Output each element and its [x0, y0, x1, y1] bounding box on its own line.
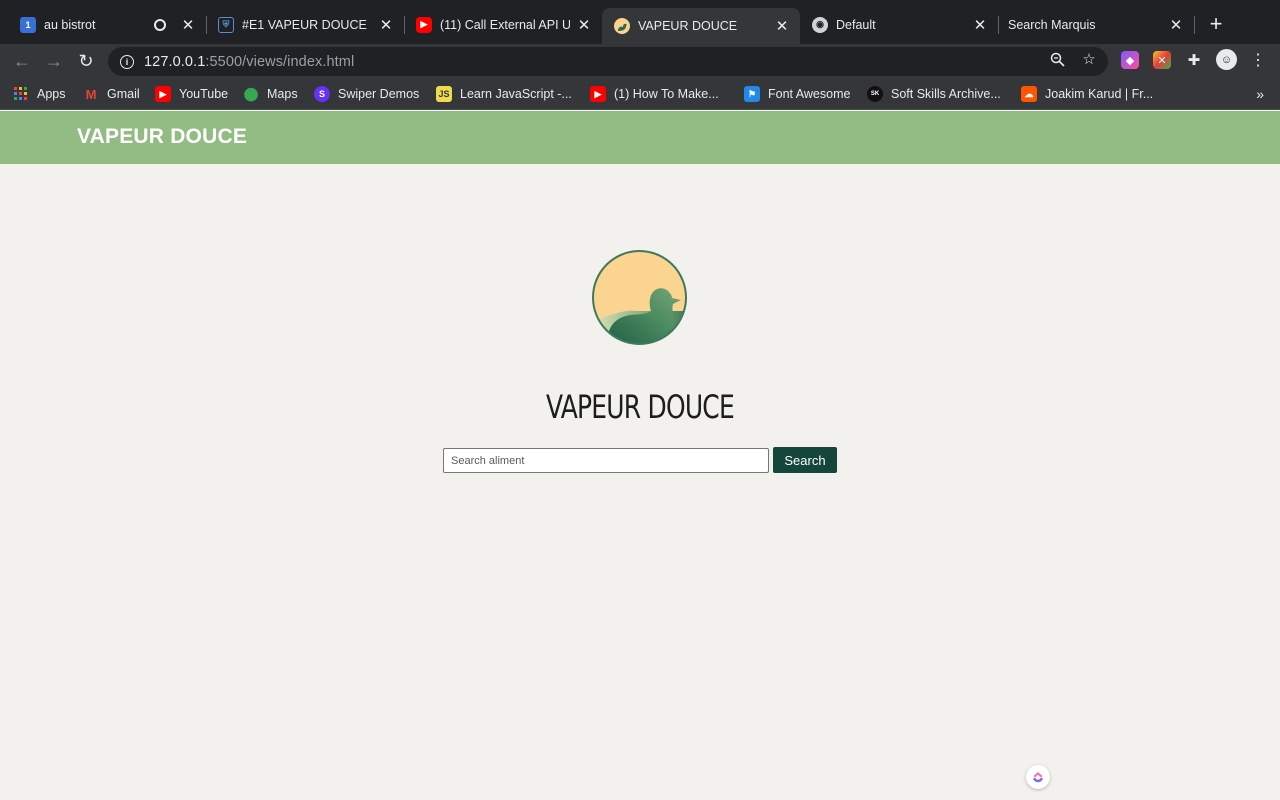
- soundcloud-icon: ☁: [1021, 86, 1037, 102]
- tab-search-marquis[interactable]: Search Marquis ✕: [996, 8, 1195, 41]
- extensions-puzzle-icon[interactable]: ✚: [1185, 51, 1203, 69]
- bookmarks-bar: Apps M Gmail ▶ YouTube ⬤ Maps S Swiper D…: [0, 78, 1280, 110]
- bookmark-label: Swiper Demos: [338, 87, 420, 101]
- bookmark-label: Soft Skills Archive...: [891, 87, 1001, 101]
- duck-icon: [614, 18, 630, 34]
- tab-separator: [1194, 16, 1195, 34]
- site-brand[interactable]: VAPEUR DOUCE: [77, 125, 247, 149]
- profile-avatar[interactable]: ☺: [1216, 49, 1237, 70]
- tab-e1-vapeur-douce[interactable]: ⛨ #E1 VAPEUR DOUCE ✕: [206, 8, 405, 41]
- bookmark-star-icon[interactable]: ☆: [1081, 51, 1097, 68]
- duck-logo-icon: [591, 249, 688, 346]
- url-text[interactable]: 127.0.0.1:5500/views/index.html: [144, 54, 354, 70]
- swiper-icon: S: [314, 86, 330, 102]
- flag-icon: ⚑: [744, 86, 760, 102]
- browser-toolbar: ← → ↻ i 127.0.0.1:5500/views/index.html …: [0, 44, 1280, 78]
- close-icon[interactable]: ✕: [774, 18, 790, 35]
- address-bar[interactable]: i 127.0.0.1:5500/views/index.html: [108, 47, 1108, 76]
- close-icon[interactable]: ✕: [576, 17, 592, 34]
- zoom-icon[interactable]: [1049, 51, 1065, 67]
- bookmarks-overflow-chevron[interactable]: »: [1256, 86, 1264, 102]
- softskills-icon: SK: [867, 86, 883, 102]
- gmail-icon: M: [85, 86, 97, 102]
- maps-icon: ⬤: [243, 86, 259, 101]
- bistrot-icon: 1: [20, 16, 36, 33]
- bookmark-label: (1) How To Make...: [614, 87, 719, 101]
- url-host: 127.0.0.1: [144, 53, 206, 70]
- bookmark-soft-skills[interactable]: SK Soft Skills Archive...: [867, 85, 1001, 103]
- bookmark-label: Joakim Karud | Fr...: [1045, 87, 1154, 101]
- youtube-icon: ▶: [155, 86, 171, 102]
- close-icon[interactable]: ✕: [378, 17, 394, 34]
- color-extension-icon[interactable]: ✕: [1153, 51, 1171, 69]
- bookmark-gmail[interactable]: M Gmail: [83, 85, 140, 103]
- tab-label: (11) Call External API Us: [440, 17, 570, 32]
- apps-grid-icon: [13, 86, 29, 102]
- tab-label: Default: [836, 17, 876, 32]
- elephant-icon: ◉: [812, 16, 828, 33]
- bookmark-font-awesome[interactable]: ⚑ Font Awesome: [744, 85, 850, 103]
- youtube-icon: ▶: [590, 86, 606, 102]
- site-header: VAPEUR DOUCE: [0, 111, 1280, 164]
- reload-icon[interactable]: ↻: [73, 48, 99, 74]
- tab-call-external-api[interactable]: ▶ (11) Call External API Us ✕: [404, 8, 602, 41]
- bookmark-label: YouTube: [179, 87, 229, 101]
- tab-vapeur-douce-active[interactable]: VAPEUR DOUCE ✕: [602, 8, 800, 44]
- tab-label: #E1 VAPEUR DOUCE: [242, 17, 367, 32]
- clickup-extension-icon[interactable]: ◆: [1121, 51, 1139, 69]
- close-icon[interactable]: ✕: [180, 17, 196, 34]
- tab-label: VAPEUR DOUCE: [638, 19, 738, 33]
- bookmark-youtube[interactable]: ▶ YouTube: [155, 85, 228, 103]
- shield-icon: ⛨: [218, 16, 234, 33]
- url-path: :5500/views/index.html: [205, 53, 355, 70]
- bookmark-how-to-make[interactable]: ▶ (1) How To Make...: [590, 85, 719, 103]
- site-info-icon[interactable]: i: [120, 54, 134, 69]
- new-tab-button[interactable]: +: [1204, 12, 1228, 36]
- youtube-icon: ▶: [416, 16, 432, 33]
- bookmark-joakim-karud[interactable]: ☁ Joakim Karud | Fr...: [1021, 85, 1153, 103]
- bookmark-label: Gmail: [107, 87, 140, 101]
- hero-title: VAPEUR DOUCE: [546, 388, 735, 426]
- back-arrow-icon[interactable]: ←: [9, 48, 35, 74]
- menu-kebab-icon[interactable]: ⋮: [1249, 51, 1267, 69]
- tab-au-bistrot[interactable]: 1 au bistrot ✕: [8, 8, 207, 41]
- bookmark-label: Apps: [37, 87, 66, 101]
- tab-default[interactable]: ◉ Default ✕: [800, 8, 999, 41]
- close-icon[interactable]: ✕: [972, 17, 988, 34]
- tab-label: Search Marquis: [1008, 17, 1096, 32]
- forward-arrow-icon[interactable]: →: [41, 48, 67, 74]
- bookmark-label: Learn JavaScript -...: [460, 87, 572, 101]
- bookmark-swiper-demos[interactable]: S Swiper Demos: [314, 85, 419, 103]
- bookmark-label: Maps: [267, 87, 298, 101]
- bookmark-learn-javascript[interactable]: JS Learn JavaScript -...: [436, 85, 572, 103]
- browser-tab-strip: 1 au bistrot ✕ ⛨ #E1 VAPEUR DOUCE ✕ ▶ (1…: [0, 0, 1280, 44]
- search-button[interactable]: Search: [773, 447, 837, 473]
- recording-icon: [154, 18, 166, 31]
- js-icon: JS: [436, 86, 452, 102]
- tab-label: au bistrot: [44, 17, 96, 32]
- bookmark-maps[interactable]: ⬤ Maps: [243, 85, 298, 103]
- bookmark-label: Font Awesome: [768, 87, 851, 101]
- clickup-floating-icon[interactable]: [1026, 765, 1050, 789]
- close-icon[interactable]: ✕: [1168, 17, 1184, 34]
- bookmark-apps[interactable]: Apps: [13, 85, 66, 103]
- search-input[interactable]: [443, 448, 769, 473]
